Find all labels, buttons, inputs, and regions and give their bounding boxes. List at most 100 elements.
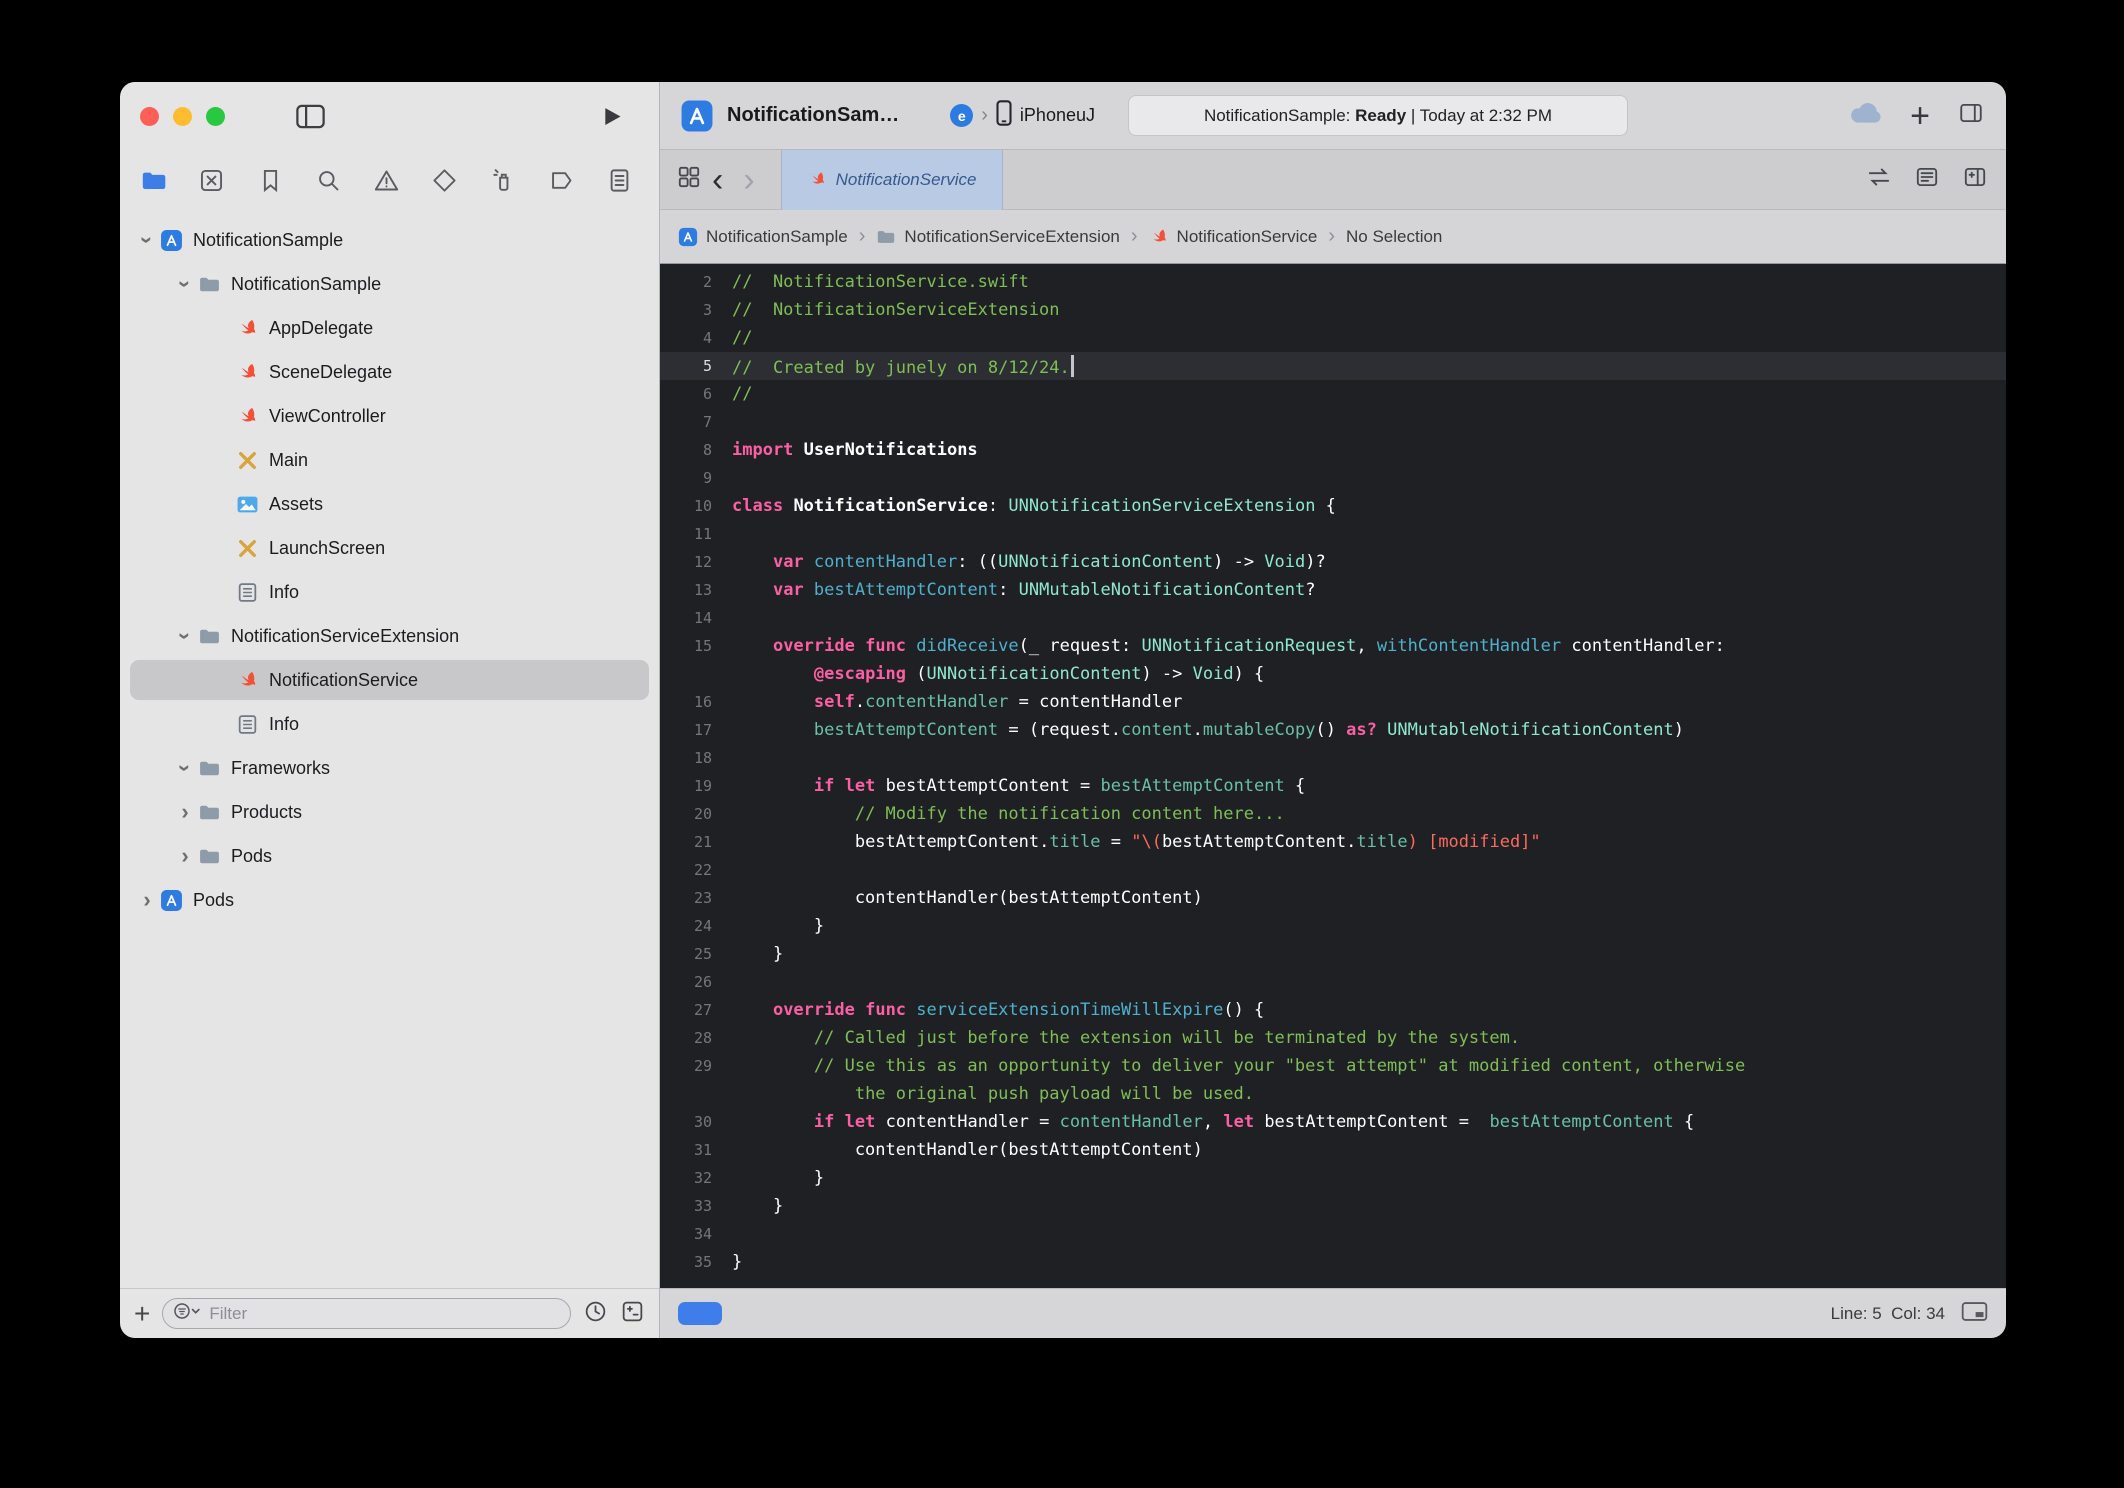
code-line[interactable]: 16 self.contentHandler = contentHandler (660, 688, 2006, 716)
issues-navigator-icon[interactable] (373, 167, 400, 194)
code-line[interactable]: 3// NotificationServiceExtension (660, 296, 2006, 324)
sidebar-toggle-icon[interactable] (295, 104, 326, 129)
tree-item-products[interactable]: ›Products (120, 790, 659, 834)
code-line[interactable]: 13 var bestAttemptContent: UNMutableNoti… (660, 576, 2006, 604)
reports-navigator-icon[interactable] (606, 167, 633, 194)
breadcrumb-item[interactable]: NotificationServiceExtension (876, 227, 1119, 247)
minimize-button[interactable] (173, 107, 192, 126)
disclosure-right-icon[interactable]: › (134, 887, 160, 913)
code-line[interactable]: 9 (660, 464, 2006, 492)
tree-item-viewcontroller[interactable]: ViewController (120, 394, 659, 438)
tree-item-appdelegate[interactable]: AppDelegate (120, 306, 659, 350)
source-editor[interactable]: 2// NotificationService.swift3// Notific… (660, 264, 2006, 1288)
disclosure-down-icon[interactable]: › (172, 271, 198, 297)
recent-files-filter-icon[interactable] (583, 1299, 608, 1329)
add-file-button[interactable]: + (134, 1300, 150, 1328)
editor-options-icon[interactable] (1914, 164, 1940, 195)
editor-layout-icon[interactable] (1956, 100, 1986, 131)
project-navigator-icon[interactable] (140, 167, 167, 194)
code-line[interactable]: 18 (660, 744, 2006, 772)
filter-input[interactable] (209, 1304, 560, 1324)
find-navigator-icon[interactable] (315, 167, 342, 194)
code-line[interactable]: 28 // Called just before the extension w… (660, 1024, 2006, 1052)
scheme-target-icon[interactable]: e (950, 104, 973, 127)
minimap-toggle-icon[interactable] (1961, 1301, 1988, 1327)
filter-menu-icon[interactable] (173, 1301, 203, 1326)
breadcrumb-item[interactable]: NotificationSample (678, 227, 848, 247)
code-line[interactable]: 17 bestAttemptContent = (request.content… (660, 716, 2006, 744)
code-line[interactable]: 10class NotificationService: UNNotificat… (660, 492, 2006, 520)
cloud-status-icon[interactable] (1848, 101, 1884, 130)
tree-item-pods[interactable]: ›Pods (120, 878, 659, 922)
tree-item-info[interactable]: Info (120, 702, 659, 746)
activity-viewer[interactable]: NotificationSample: Ready | Today at 2:3… (1128, 95, 1628, 136)
code-line[interactable]: 19 if let bestAttemptContent = bestAttem… (660, 772, 2006, 800)
back-button[interactable]: ‹ (702, 163, 733, 197)
code-line[interactable]: 26 (660, 968, 2006, 996)
run-button[interactable] (598, 103, 625, 130)
library-add-icon[interactable]: + (1910, 99, 1930, 133)
code-line[interactable]: 8import UserNotifications (660, 436, 2006, 464)
code-line[interactable]: @escaping (UNNotificationContent) -> Voi… (660, 660, 2006, 688)
source-control-navigator-icon[interactable] (198, 167, 225, 194)
tree-item-scenedelegate[interactable]: SceneDelegate (120, 350, 659, 394)
tests-navigator-icon[interactable] (431, 167, 458, 194)
code-line[interactable]: 15 override func didReceive(_ request: U… (660, 632, 2006, 660)
tree-item-assets[interactable]: Assets (120, 482, 659, 526)
breadcrumb-item[interactable]: NotificationService (1149, 227, 1318, 247)
debug-navigator-icon[interactable] (490, 167, 517, 194)
code-line[interactable]: 5// Created by junely on 8/12/24. (660, 352, 2006, 380)
code-line[interactable]: 32 } (660, 1164, 2006, 1192)
code-line[interactable]: 27 override func serviceExtensionTimeWil… (660, 996, 2006, 1024)
tree-item-notificationserviceextension[interactable]: ›NotificationServiceExtension (120, 614, 659, 658)
disclosure-down-icon[interactable]: › (134, 227, 160, 253)
disclosure-right-icon[interactable]: › (172, 843, 198, 869)
filter-field[interactable] (162, 1298, 571, 1329)
tree-item-notificationsample[interactable]: ›NotificationSample (120, 218, 659, 262)
breakpoints-toggle[interactable] (678, 1302, 722, 1325)
tree-item-notificationservice[interactable]: NotificationService (120, 658, 659, 702)
code-line[interactable]: 11 (660, 520, 2006, 548)
add-editor-icon[interactable] (1962, 164, 1988, 195)
code-line[interactable]: 34 (660, 1220, 2006, 1248)
code-line[interactable]: 6// (660, 380, 2006, 408)
breadcrumb-item[interactable]: No Selection (1346, 227, 1442, 247)
forward-button[interactable]: › (733, 163, 764, 197)
scheme-selector[interactable]: e › iPhoneuJ (950, 100, 1095, 131)
disclosure-down-icon[interactable]: › (172, 755, 198, 781)
tree-item-notificationsample[interactable]: ›NotificationSample (120, 262, 659, 306)
tree-item-launchscreen[interactable]: LaunchScreen (120, 526, 659, 570)
tree-item-pods[interactable]: ›Pods (120, 834, 659, 878)
code-line[interactable]: 30 if let contentHandler = contentHandle… (660, 1108, 2006, 1136)
run-destination[interactable]: iPhoneuJ (1020, 105, 1095, 126)
code-line[interactable]: 31 contentHandler(bestAttemptContent) (660, 1136, 2006, 1164)
code-line[interactable]: 25 } (660, 940, 2006, 968)
code-line[interactable]: 33 } (660, 1192, 2006, 1220)
zoom-button[interactable] (206, 107, 225, 126)
tree-item-main[interactable]: Main (120, 438, 659, 482)
code-review-icon[interactable] (1866, 164, 1892, 195)
disclosure-right-icon[interactable]: › (172, 799, 198, 825)
code-line[interactable]: 2// NotificationService.swift (660, 268, 2006, 296)
code-line[interactable]: 12 var contentHandler: ((UNNotificationC… (660, 548, 2006, 576)
breakpoints-navigator-icon[interactable] (548, 167, 575, 194)
tab-notificationservice[interactable]: NotificationService (781, 150, 1004, 210)
code-line[interactable]: 20 // Modify the notification content he… (660, 800, 2006, 828)
code-line[interactable]: 23 contentHandler(bestAttemptContent) (660, 884, 2006, 912)
tab-overview-icon[interactable] (676, 164, 702, 195)
scm-status-filter-icon[interactable] (620, 1299, 645, 1329)
tree-item-info[interactable]: Info (120, 570, 659, 614)
bookmarks-navigator-icon[interactable] (257, 167, 284, 194)
code-line[interactable]: 7 (660, 408, 2006, 436)
disclosure-down-icon[interactable]: › (172, 623, 198, 649)
close-button[interactable] (140, 107, 159, 126)
code-line[interactable]: the original push payload will be used. (660, 1080, 2006, 1108)
code-line[interactable]: 21 bestAttemptContent.title = "\(bestAtt… (660, 828, 2006, 856)
code-line[interactable]: 24 } (660, 912, 2006, 940)
code-line[interactable]: 29 // Use this as an opportunity to deli… (660, 1052, 2006, 1080)
code-line[interactable]: 22 (660, 856, 2006, 884)
code-line[interactable]: 4// (660, 324, 2006, 352)
tree-item-frameworks[interactable]: ›Frameworks (120, 746, 659, 790)
code-line[interactable]: 35} (660, 1248, 2006, 1276)
code-line[interactable]: 14 (660, 604, 2006, 632)
